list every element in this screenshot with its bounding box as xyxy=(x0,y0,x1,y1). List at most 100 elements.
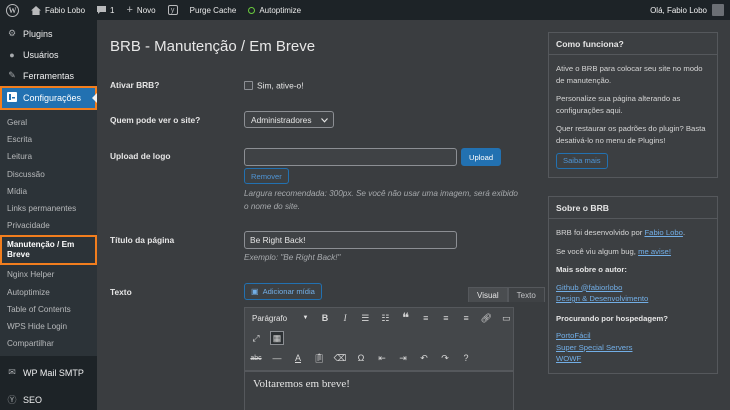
submenu-item-nginx-helper[interactable]: Nginx Helper xyxy=(0,266,97,283)
sidebar-item-tools[interactable]: ✎ Ferramentas xyxy=(0,65,97,86)
dev-link[interactable]: Fabio Lobo xyxy=(644,228,682,237)
indent-icon[interactable]: ⇥ xyxy=(396,351,410,365)
chevron-down-icon xyxy=(321,115,328,125)
italic-icon[interactable]: I xyxy=(339,311,352,325)
undo-icon[interactable]: ↶ xyxy=(417,351,431,365)
submenu-item-midia[interactable]: Mídia xyxy=(0,183,97,200)
submenu-item-table-of-contents[interactable]: Table of Contents xyxy=(0,301,97,318)
main-content: BRB - Manutenção / Em Breve Ativar BRB? … xyxy=(97,20,730,410)
tab-texto[interactable]: Texto xyxy=(507,287,545,302)
bullet-list-icon[interactable]: ☰ xyxy=(359,311,372,325)
new-content-link[interactable]: + Novo xyxy=(120,0,161,20)
blockquote-icon[interactable]: ❝ xyxy=(399,310,412,325)
read-more-icon[interactable]: ▭ xyxy=(500,311,513,325)
ativar-field: Sim, ative-o! xyxy=(244,80,304,91)
format-select[interactable]: Parágrafo ▼ xyxy=(249,311,311,325)
submenu-item-links-permanentes[interactable]: Links permanentes xyxy=(0,200,97,217)
wordpress-logo-button[interactable]: W xyxy=(0,0,25,20)
wordpress-icon: W xyxy=(6,3,19,17)
saiba-mais-button[interactable]: Saiba mais xyxy=(556,153,608,169)
panel-text: Personalize sua página alterando as conf… xyxy=(556,94,681,115)
ativar-checkbox[interactable] xyxy=(244,81,253,91)
bold-icon[interactable]: B xyxy=(318,311,331,325)
align-right-icon[interactable]: ≡ xyxy=(460,311,473,325)
submenu-item-privacidade[interactable]: Privacidade xyxy=(0,217,97,234)
autoptimize-label: Autoptimize xyxy=(259,5,302,15)
strikethrough-icon[interactable]: abc xyxy=(249,351,263,365)
redo-icon[interactable]: ↷ xyxy=(438,351,452,365)
yoast-link[interactable]: y xyxy=(162,0,184,20)
site-name-link[interactable]: Fabio Lobo xyxy=(25,0,91,20)
sidebar-item-label: SEO xyxy=(23,394,43,405)
sidebar-item-label: Ferramentas xyxy=(23,70,75,81)
help-icon[interactable]: ? xyxy=(459,351,473,365)
align-left-icon[interactable]: ≡ xyxy=(419,311,432,325)
upload-label: Upload de logo xyxy=(110,151,171,161)
panel-como-funciona: Como funciona? Ative o BRB para colocar … xyxy=(548,32,718,178)
texto-label: Texto xyxy=(110,287,132,297)
format-select-value: Parágrafo xyxy=(252,313,288,323)
editor-body[interactable]: Voltaremos em breve! xyxy=(244,371,514,410)
add-media-button[interactable]: ▣ Adicionar mídia xyxy=(244,283,322,300)
submenu-item-escrita[interactable]: Escrita xyxy=(0,131,97,148)
sidebar-item-plugins[interactable]: ⚙ Plugins xyxy=(0,23,97,44)
github-link[interactable]: Github @fabiorlobo xyxy=(556,282,710,294)
hosting-link[interactable]: Super Special Servers xyxy=(556,342,710,354)
panel-title: Sobre o BRB xyxy=(549,197,717,219)
sidebar-item-users[interactable]: ● Usuários xyxy=(0,44,97,65)
design-link[interactable]: Design & Desenvolvimento xyxy=(556,293,710,305)
sidebar-item-label: Configurações xyxy=(23,93,82,103)
submenu-item-autoptimize[interactable]: Autoptimize xyxy=(0,284,97,301)
upload-button[interactable]: Upload xyxy=(461,148,502,166)
special-character-icon[interactable]: Ω xyxy=(354,351,368,365)
sidebar-item-wp-mail-smtp[interactable]: ✉ WP Mail SMTP xyxy=(0,362,97,383)
remover-button[interactable]: Remover xyxy=(244,168,289,184)
purge-cache-label: Purge Cache xyxy=(189,5,237,15)
quem-select[interactable]: Administradores xyxy=(244,111,334,128)
hosting-link[interactable]: PortoFácil xyxy=(556,330,710,342)
seo-icon: Ⓨ xyxy=(7,395,17,406)
purge-cache-link[interactable]: Purge Cache xyxy=(184,0,243,20)
comments-count: 1 xyxy=(110,5,115,15)
submenu-item-leitura[interactable]: Leitura xyxy=(0,148,97,165)
text-color-icon[interactable]: A xyxy=(291,351,305,365)
yoast-icon: y xyxy=(167,5,178,15)
hosting-link[interactable]: WOWF xyxy=(556,353,710,365)
editor-toolbar: Parágrafo ▼ B I ☰ ☷ ❝ ≡ ≡ ≡ 🔗︎ ▭ ⤢ ▦ abc… xyxy=(244,307,514,371)
panel-text: Ative o BRB para colocar seu site no mod… xyxy=(556,64,703,85)
status-dot-icon xyxy=(248,6,256,14)
align-center-icon[interactable]: ≡ xyxy=(439,311,452,325)
ativar-label: Ativar BRB? xyxy=(110,80,160,90)
sidebar-item-settings[interactable]: Configurações xyxy=(0,86,97,110)
sidebar-item-label: Usuários xyxy=(23,49,59,60)
outdent-icon[interactable]: ⇤ xyxy=(375,351,389,365)
hosting-heading: Procurando por hospedagem? xyxy=(556,313,668,323)
sidebar-item-seo[interactable]: Ⓨ SEO xyxy=(0,389,97,410)
new-label: Novo xyxy=(136,5,156,15)
page-title: BRB - Manutenção / Em Breve xyxy=(110,38,316,55)
submenu-item-discussao[interactable]: Discussão xyxy=(0,166,97,183)
submenu-item-geral[interactable]: Geral xyxy=(0,114,97,131)
link-icon[interactable]: 🔗︎ xyxy=(480,311,493,325)
account-menu[interactable]: Olá, Fabio Lobo xyxy=(650,4,730,16)
editor-content: Voltaremos em breve! xyxy=(253,378,350,390)
numbered-list-icon[interactable]: ☷ xyxy=(379,311,392,325)
titulo-input[interactable]: Be Right Back! xyxy=(244,231,457,249)
bug-link[interactable]: me avise! xyxy=(638,247,671,256)
horizontal-line-icon[interactable]: — xyxy=(270,351,284,365)
comments-link[interactable]: 1 xyxy=(91,0,120,20)
avatar xyxy=(712,4,724,16)
submenu-item-manutencao[interactable]: Manutenção / Em Breve xyxy=(0,235,97,266)
autoptimize-link[interactable]: Autoptimize xyxy=(242,0,307,20)
submenu-item-wps-hide-login[interactable]: WPS Hide Login xyxy=(0,318,97,335)
upload-input[interactable] xyxy=(244,148,457,166)
toolbar-toggle-icon[interactable]: ▦ xyxy=(270,331,284,345)
ativar-checkbox-label[interactable]: Sim, ative-o! xyxy=(257,81,304,91)
submenu-item-compartilhar[interactable]: Compartilhar xyxy=(0,335,97,352)
fullscreen-icon[interactable]: ⤢ xyxy=(249,331,263,345)
titulo-hint: Exemplo: "Be Right Back!" xyxy=(244,253,341,262)
paste-text-icon[interactable]: 📋︎ xyxy=(312,351,326,365)
mail-icon: ✉ xyxy=(8,367,16,378)
tab-visual[interactable]: Visual xyxy=(468,287,508,302)
clear-formatting-icon[interactable]: ⌫ xyxy=(333,351,347,365)
